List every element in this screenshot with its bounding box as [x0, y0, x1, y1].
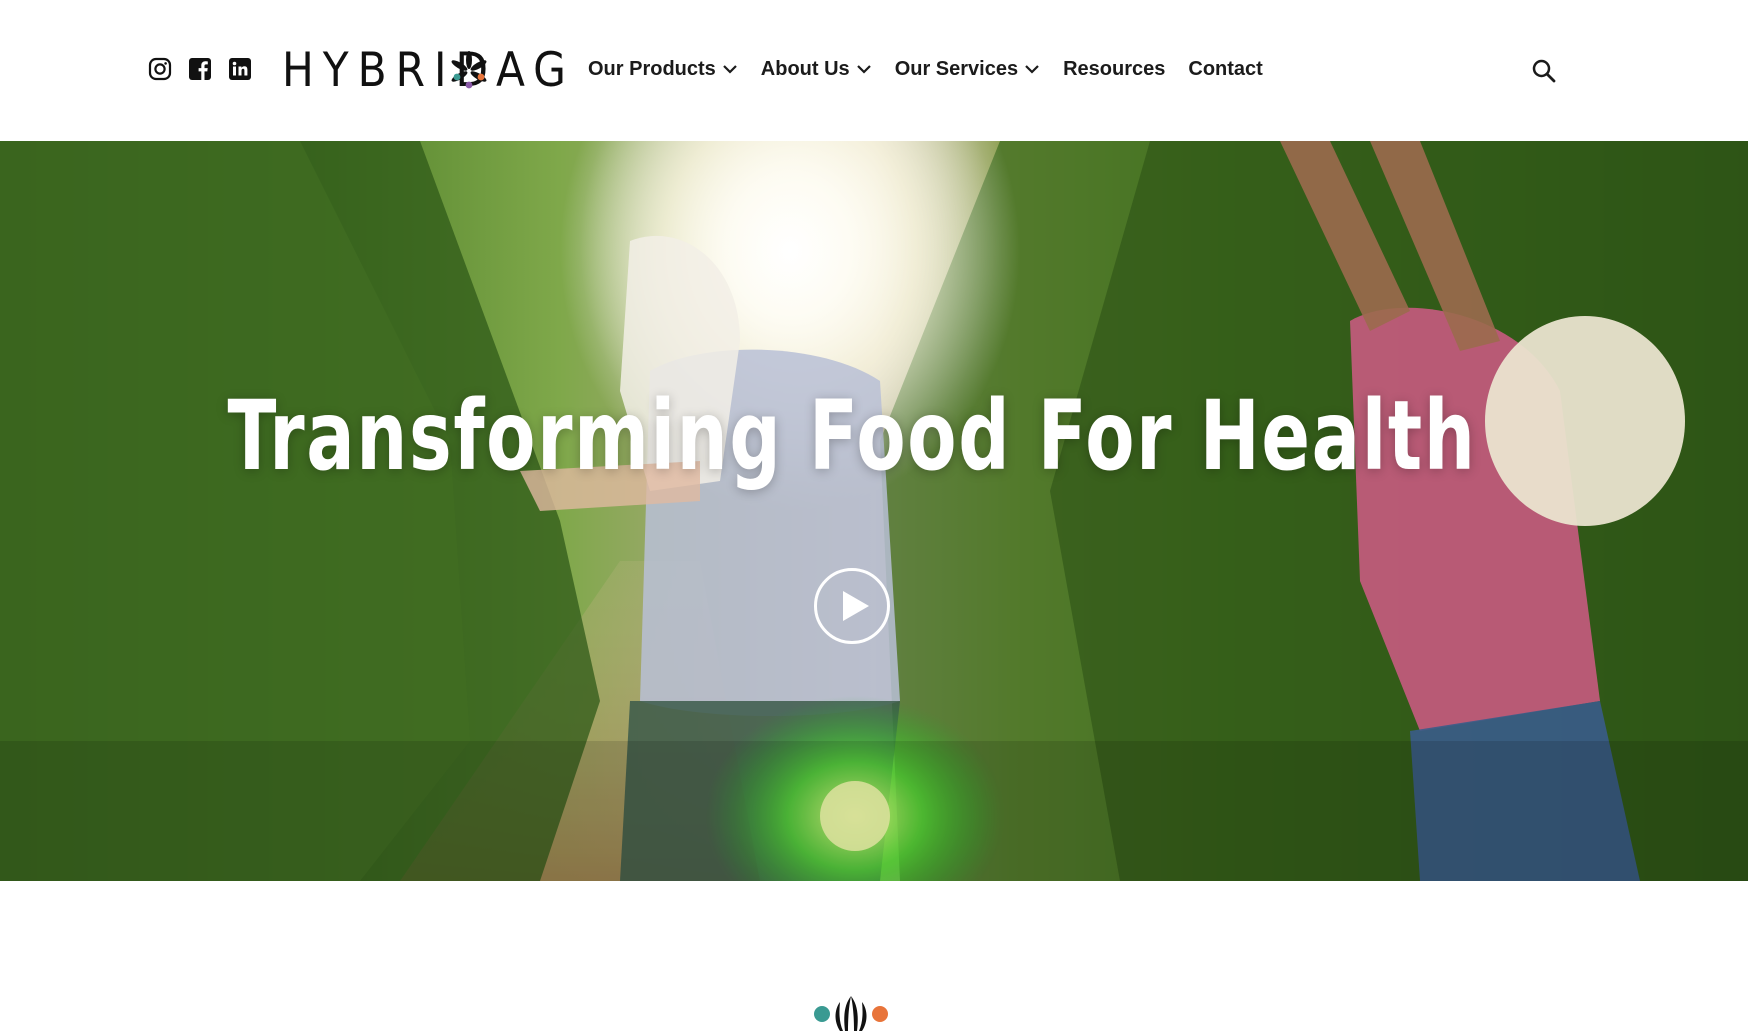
nav-item-our-products[interactable]: Our Products: [588, 56, 738, 82]
facebook-icon[interactable]: [188, 57, 212, 81]
flower-logo-icon: [814, 996, 888, 1031]
nav-item-resources[interactable]: Resources: [1063, 56, 1165, 82]
nav-item-our-services[interactable]: Our Services: [895, 56, 1040, 82]
play-icon[interactable]: [813, 567, 891, 645]
main-nav: Our Products About Us Our Services Resou…: [588, 56, 1286, 82]
nav-item-label: Our Services: [894, 58, 1019, 80]
nav-item-label: Resources: [1063, 58, 1166, 80]
hero-title: Transforming Food For Health: [227, 380, 1477, 492]
logo-text-right: AG: [496, 43, 575, 98]
linkedin-icon[interactable]: [228, 57, 252, 81]
nav-item-label: Our Products: [588, 58, 716, 80]
hero-background-image: [0, 141, 1748, 881]
flower-logo-icon: [451, 51, 487, 89]
site-logo[interactable]: HYBRID AG: [282, 46, 576, 96]
search-icon[interactable]: [1531, 58, 1557, 84]
nav-item-label: Contact: [1188, 58, 1263, 80]
instagram-icon[interactable]: [148, 57, 172, 81]
chevron-down-icon: [723, 65, 737, 74]
nav-item-label: About Us: [760, 58, 850, 80]
chevron-down-icon: [1025, 65, 1039, 74]
nav-item-contact[interactable]: Contact: [1188, 56, 1262, 82]
hero-video[interactable]: Transforming Food For Health: [0, 141, 1748, 881]
chevron-down-icon: [856, 65, 871, 74]
site-header: HYBRID AG Our Products About Us Our Serv…: [0, 0, 1748, 141]
social-links: [148, 57, 252, 81]
nav-item-about-us[interactable]: About Us: [761, 56, 872, 82]
